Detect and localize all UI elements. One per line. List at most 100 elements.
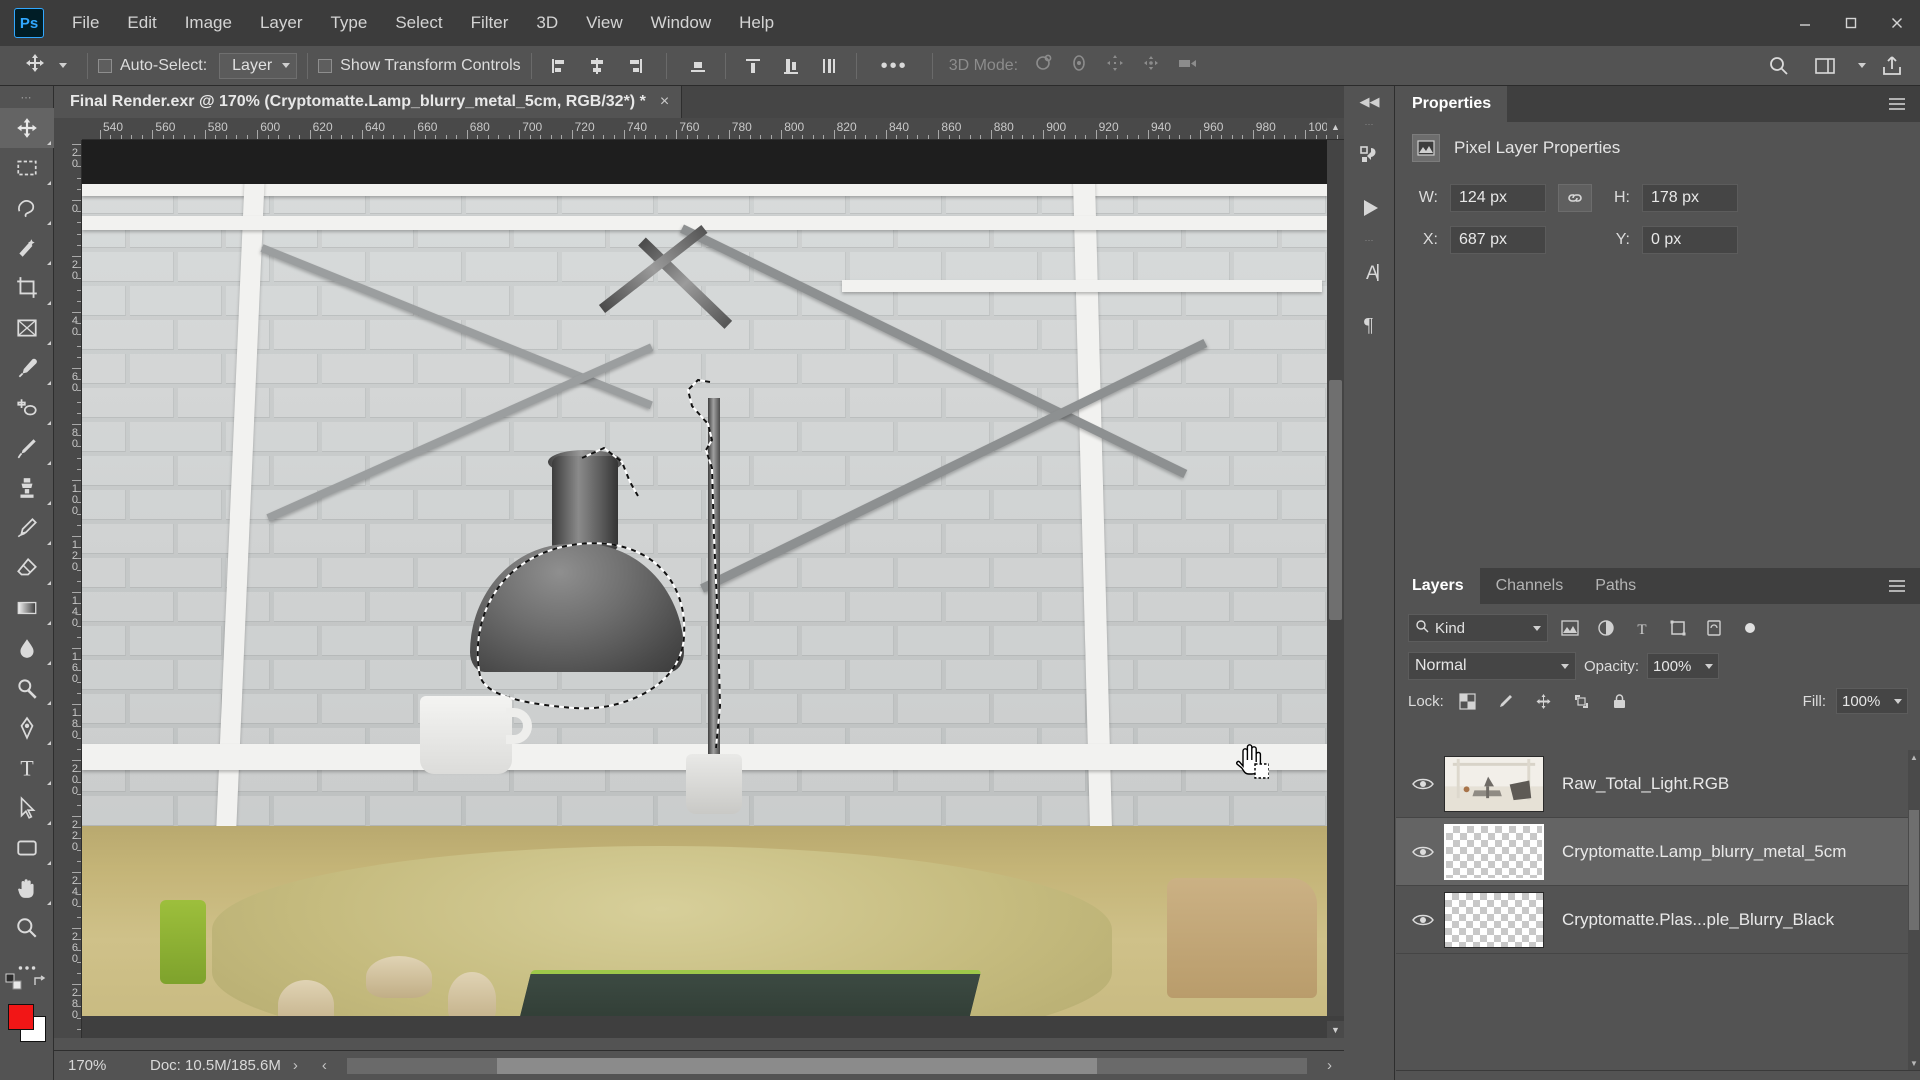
share-icon[interactable] <box>1872 49 1912 83</box>
lock-transparency-icon[interactable] <box>1454 688 1482 714</box>
layer-name[interactable]: Cryptomatte.Plas...ple_Blurry_Black <box>1562 910 1834 930</box>
filter-pixel-icon[interactable] <box>1556 615 1584 641</box>
more-options-button[interactable]: ••• <box>867 56 922 76</box>
lock-image-icon[interactable] <box>1492 688 1520 714</box>
pan-3d-icon[interactable] <box>1104 52 1126 79</box>
swap-colors-icon[interactable] <box>31 973 49 996</box>
document-tab[interactable]: Final Render.exr @ 170% (Cryptomatte.Lam… <box>54 86 682 118</box>
color-swatches[interactable] <box>6 1002 48 1042</box>
collapse-panels-button[interactable]: ◀◀ <box>1345 86 1394 118</box>
sidebar-tool-hand[interactable] <box>0 868 54 908</box>
y-position-field[interactable]: 0 px <box>1642 226 1738 254</box>
tool-preset-picker[interactable] <box>8 52 77 79</box>
filter-smart-object-icon[interactable] <box>1700 615 1728 641</box>
properties-panel-menu-icon[interactable] <box>1874 86 1920 122</box>
character-panel-icon[interactable]: A <box>1345 246 1395 298</box>
tab-paths[interactable]: Paths <box>1579 568 1652 604</box>
x-position-field[interactable]: 687 px <box>1450 226 1546 254</box>
layer-thumbnail[interactable] <box>1444 824 1544 880</box>
paragraph-panel-icon[interactable]: ¶ <box>1345 298 1395 350</box>
layer-thumbnail[interactable] <box>1444 892 1544 948</box>
rail-group-grip-1[interactable]: ⋯ <box>1345 118 1394 130</box>
filter-toggle-icon[interactable] <box>1736 615 1764 641</box>
sidebar-tool-crop[interactable] <box>0 268 54 308</box>
scroll-right-arrow-icon[interactable]: › <box>1315 1057 1344 1074</box>
rail-group-grip-2[interactable]: ⋯ <box>1345 234 1394 246</box>
sidebar-tool-quick-selection[interactable] <box>0 228 54 268</box>
scroll-down-arrow-icon[interactable]: ▼ <box>1908 1056 1920 1070</box>
opacity-field[interactable]: 100% <box>1647 653 1719 679</box>
sidebar-tool-eyedropper[interactable] <box>0 348 54 388</box>
scrollbar-thumb[interactable] <box>497 1058 1097 1074</box>
layer-list[interactable]: Raw_Total_Light.RGB Cryptomatte.Lamp_blu… <box>1396 750 1920 1070</box>
auto-select-scope-dropdown[interactable]: Layer <box>219 53 297 79</box>
layer-visibility-toggle[interactable] <box>1402 844 1444 860</box>
sidebar-tool-marquee[interactable] <box>0 148 54 188</box>
scroll-left-arrow-icon[interactable]: ‹ <box>310 1057 339 1074</box>
filter-type-icon[interactable]: T <box>1628 615 1656 641</box>
horizontal-scrollbar[interactable] <box>347 1058 1307 1074</box>
distribute-top-edges-button[interactable] <box>736 51 770 81</box>
workspace-switcher-button[interactable] <box>1805 49 1845 83</box>
align-top-edges-button[interactable] <box>681 51 715 81</box>
distribute-horizontal-centers-button[interactable] <box>812 51 846 81</box>
align-right-edges-button[interactable] <box>618 51 652 81</box>
menu-item-edit[interactable]: Edit <box>113 0 170 46</box>
scroll-down-arrow-icon[interactable]: ▼ <box>1327 1021 1344 1038</box>
blend-mode-dropdown[interactable]: Normal <box>1408 652 1576 680</box>
menu-item-type[interactable]: Type <box>316 0 381 46</box>
zoom-level[interactable]: 170% <box>54 1057 140 1074</box>
layer-visibility-toggle[interactable] <box>1402 776 1444 792</box>
table-row[interactable]: Raw_Total_Light.RGB <box>1396 750 1920 818</box>
width-field[interactable]: 124 px <box>1450 184 1546 212</box>
image-canvas[interactable] <box>82 140 1327 1016</box>
layer-kind-filter[interactable]: Kind <box>1408 614 1548 642</box>
layer-name[interactable]: Raw_Total_Light.RGB <box>1562 774 1729 794</box>
show-transform-controls-checkbox[interactable] <box>318 59 332 73</box>
sidebar-tool-type[interactable]: T <box>0 748 54 788</box>
camera-3d-icon[interactable] <box>1176 52 1200 79</box>
tab-channels[interactable]: Channels <box>1480 568 1580 604</box>
sidebar-tool-healing-brush[interactable] <box>0 388 54 428</box>
auto-select-checkbox[interactable] <box>98 59 112 73</box>
canvas-vertical-scrollbar[interactable] <box>1327 140 1344 1016</box>
sidebar-tool-eraser[interactable] <box>0 548 54 588</box>
orbit-3d-icon[interactable] <box>1032 52 1054 79</box>
horizontal-ruler[interactable]: 5405605806006206406606807007207407607808… <box>82 118 1344 140</box>
height-field[interactable]: 178 px <box>1642 184 1738 212</box>
scroll-up-arrow-icon[interactable]: ▲ <box>1327 118 1344 135</box>
layer-visibility-toggle[interactable] <box>1402 912 1444 928</box>
sidebar-tool-blur[interactable] <box>0 628 54 668</box>
fill-field[interactable]: 100% <box>1836 688 1908 714</box>
menu-item-3d[interactable]: 3D <box>522 0 572 46</box>
table-row[interactable]: Cryptomatte.Plas...ple_Blurry_Black <box>1396 886 1920 954</box>
layer-thumbnail[interactable] <box>1444 756 1544 812</box>
menu-item-layer[interactable]: Layer <box>246 0 317 46</box>
sidebar-tool-history-brush[interactable] <box>0 508 54 548</box>
sidebar-tool-brush[interactable] <box>0 428 54 468</box>
default-colors-icon[interactable] <box>5 973 23 996</box>
layer-list-scrollbar[interactable] <box>1908 750 1920 1070</box>
chevron-down-icon[interactable] <box>1858 63 1866 68</box>
close-icon[interactable]: × <box>660 93 669 111</box>
sidebar-tool-zoom[interactable] <box>0 908 54 948</box>
roll-3d-icon[interactable] <box>1068 52 1090 79</box>
lock-position-icon[interactable] <box>1530 688 1558 714</box>
scrollbar-thumb[interactable] <box>1329 380 1342 620</box>
vertical-ruler[interactable]: 2002040608010012014016018020022024026028… <box>54 140 82 1038</box>
lock-artboard-icon[interactable] <box>1568 688 1596 714</box>
sidebar-tool-rectangle[interactable] <box>0 828 54 868</box>
lock-all-icon[interactable] <box>1606 688 1634 714</box>
sidebar-tool-frame[interactable] <box>0 308 54 348</box>
menu-item-help[interactable]: Help <box>725 0 788 46</box>
scrollbar-thumb[interactable] <box>1909 810 1919 930</box>
layer-name[interactable]: Cryptomatte.Lamp_blurry_metal_5cm <box>1562 842 1846 862</box>
menu-item-select[interactable]: Select <box>381 0 456 46</box>
sidebar-tool-clone-stamp[interactable] <box>0 468 54 508</box>
layers-panel-menu-icon[interactable] <box>1874 568 1920 604</box>
slide-3d-icon[interactable] <box>1140 52 1162 79</box>
tab-layers[interactable]: Layers <box>1396 568 1480 604</box>
menu-item-file[interactable]: File <box>58 0 113 46</box>
sidebar-tool-lasso[interactable] <box>0 188 54 228</box>
tab-properties[interactable]: Properties <box>1396 86 1507 122</box>
